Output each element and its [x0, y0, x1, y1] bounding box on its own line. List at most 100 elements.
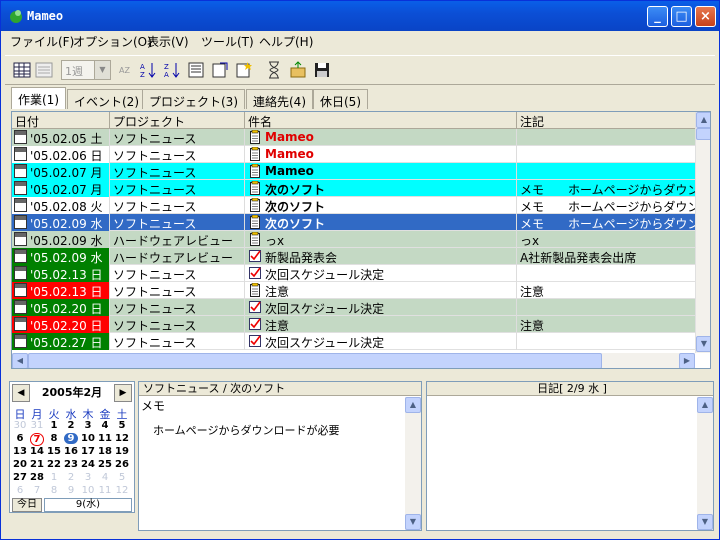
filter-button[interactable] [185, 59, 207, 81]
calendar-day[interactable]: 8 [47, 485, 61, 496]
calendar-day[interactable]: 25 [98, 459, 112, 470]
calendar-day[interactable]: 7 [30, 433, 44, 446]
calendar-day[interactable]: 22 [47, 459, 61, 470]
memo-body[interactable]: ホームページからダウンロードが必要 [153, 422, 339, 438]
next-month-button[interactable]: ▶ [114, 384, 132, 402]
table-row[interactable]: '05.02.06 日ソフトニュース Mameo [12, 146, 695, 163]
calendar-day[interactable]: 16 [64, 446, 78, 457]
table-row[interactable]: '05.02.09 水ハードウェアレビュー 新製品発表会 A社新製品発表会出席 [12, 248, 695, 265]
calendar-day[interactable]: 12 [115, 433, 129, 444]
sort-descending-button[interactable]: ZA [161, 59, 183, 81]
tab-events[interactable]: イベント(2) [67, 89, 146, 109]
column-subject[interactable]: 件名 [245, 112, 517, 129]
az-button[interactable]: AZ [115, 59, 137, 81]
menu-view[interactable]: 表示(V) [147, 33, 189, 50]
calendar-day[interactable]: 2 [64, 472, 78, 483]
calendar-day[interactable]: 5 [115, 420, 129, 431]
calendar-day[interactable]: 7 [30, 485, 44, 496]
calendar-day[interactable]: 10 [81, 433, 95, 444]
month-view-button[interactable] [11, 59, 33, 81]
table-row[interactable]: '05.02.20 日ソフトニュース 次回スケジュール決定 [12, 299, 695, 316]
calendar-day[interactable]: 11 [98, 485, 112, 496]
title-bar[interactable]: Mameo _ □ × [1, 1, 719, 31]
calendar-day[interactable]: 8 [47, 433, 61, 444]
prev-month-button[interactable]: ◀ [12, 384, 30, 402]
calendar-day[interactable]: 17 [81, 446, 95, 457]
table-row[interactable]: '05.02.13 日ソフトニュース 次回スケジュール決定 [12, 265, 695, 282]
calendar-day[interactable]: 23 [64, 459, 78, 470]
scroll-down-icon[interactable]: ▼ [697, 514, 713, 530]
table-row[interactable]: '05.02.13 日ソフトニュース 注意 注意 [12, 282, 695, 299]
table-row[interactable]: '05.02.09 水ハードウェアレビュー っx っx [12, 231, 695, 248]
calendar-day[interactable]: 9 [64, 433, 78, 444]
scroll-down-icon[interactable]: ▼ [696, 336, 710, 352]
calendar-day[interactable]: 12 [115, 485, 129, 496]
calendar-day[interactable]: 18 [98, 446, 112, 457]
column-project[interactable]: プロジェクト [110, 112, 245, 129]
table-row[interactable]: '05.02.09 水ソフトニュース 次のソフト メモ ホームページからダウン [12, 214, 695, 231]
calendar-day[interactable]: 31 [30, 420, 44, 431]
calendar-day[interactable]: 28 [30, 472, 44, 483]
diary-scrollbar[interactable]: ▲ ▼ [697, 397, 713, 530]
table-row[interactable]: '05.02.08 火ソフトニュース 次のソフト メモ ホームページからダウン [12, 197, 695, 214]
calendar-day[interactable]: 5 [115, 472, 129, 483]
close-button[interactable]: × [695, 6, 716, 27]
scroll-up-icon[interactable]: ▲ [696, 112, 710, 128]
column-date[interactable]: 日付 [12, 112, 110, 129]
list-view-button[interactable] [33, 59, 55, 81]
tab-contacts[interactable]: 連絡先(4) [246, 89, 313, 109]
column-note[interactable]: 注記 [517, 112, 695, 129]
calendar-day[interactable]: 14 [30, 446, 44, 457]
tab-holidays[interactable]: 休日(5) [313, 89, 368, 109]
menu-options[interactable]: オプション(O) [73, 33, 152, 50]
calendar-day[interactable]: 6 [13, 485, 27, 496]
calendar-day[interactable]: 3 [81, 420, 95, 431]
calendar-day[interactable]: 11 [98, 433, 112, 444]
calendar-day[interactable]: 19 [115, 446, 129, 457]
menu-tools[interactable]: ツール(T) [201, 33, 254, 50]
today-button[interactable]: 今日 [12, 498, 42, 512]
scroll-up-icon[interactable]: ▲ [697, 397, 713, 413]
minimize-button[interactable]: _ [647, 6, 668, 27]
open-button[interactable] [287, 59, 309, 81]
calendar-day[interactable]: 30 [13, 420, 27, 431]
memo-scrollbar[interactable]: ▲ ▼ [405, 397, 421, 530]
export-button[interactable] [209, 59, 231, 81]
table-row[interactable]: '05.02.27 日ソフトニュース 次回スケジュール決定 [12, 333, 695, 350]
menu-help[interactable]: ヘルプ(H) [259, 33, 313, 50]
tab-projects[interactable]: プロジェクト(3) [142, 89, 245, 109]
table-row[interactable]: '05.02.07 月ソフトニュース Mameo [12, 163, 695, 180]
calendar-day[interactable]: 10 [81, 485, 95, 496]
grid-horizontal-scrollbar[interactable]: ◀ ▶ [12, 353, 695, 368]
diary-text-area[interactable] [429, 398, 697, 528]
save-button[interactable] [311, 59, 333, 81]
calendar-day[interactable]: 1 [47, 420, 61, 431]
maximize-button[interactable]: □ [671, 6, 692, 27]
period-select[interactable]: 1週 ▼ [61, 60, 111, 80]
grid-vertical-scrollbar[interactable]: ▲ ▼ [695, 112, 710, 353]
menu-file[interactable]: ファイル(F) [10, 33, 74, 50]
scroll-right-icon[interactable]: ▶ [679, 353, 695, 368]
scroll-down-icon[interactable]: ▼ [405, 514, 421, 530]
calendar-day[interactable]: 13 [13, 446, 27, 457]
scroll-up-icon[interactable]: ▲ [405, 397, 421, 413]
tab-tasks[interactable]: 作業(1) [11, 87, 66, 109]
calendar-day[interactable]: 2 [64, 420, 78, 431]
table-row[interactable]: '05.02.05 土ソフトニュース Mameo [12, 129, 695, 146]
timer-button[interactable] [263, 59, 285, 81]
scroll-left-icon[interactable]: ◀ [12, 353, 28, 368]
scroll-thumb[interactable] [696, 128, 710, 140]
calendar-day[interactable]: 15 [47, 446, 61, 457]
calendar-day[interactable]: 6 [13, 433, 27, 444]
calendar-day[interactable]: 24 [81, 459, 95, 470]
calendar-day[interactable]: 1 [47, 472, 61, 483]
calendar-day[interactable]: 4 [98, 420, 112, 431]
new-item-button[interactable] [233, 59, 255, 81]
table-row[interactable]: '05.02.07 月ソフトニュース 次のソフト メモ ホームページからダウン [12, 180, 695, 197]
table-row[interactable]: '05.02.20 日ソフトニュース 注意 注意 [12, 316, 695, 333]
calendar-day[interactable]: 26 [115, 459, 129, 470]
sort-ascending-button[interactable]: AZ [137, 59, 159, 81]
calendar-day[interactable]: 20 [13, 459, 27, 470]
calendar-day[interactable]: 9 [64, 485, 78, 496]
calendar-day[interactable]: 27 [13, 472, 27, 483]
